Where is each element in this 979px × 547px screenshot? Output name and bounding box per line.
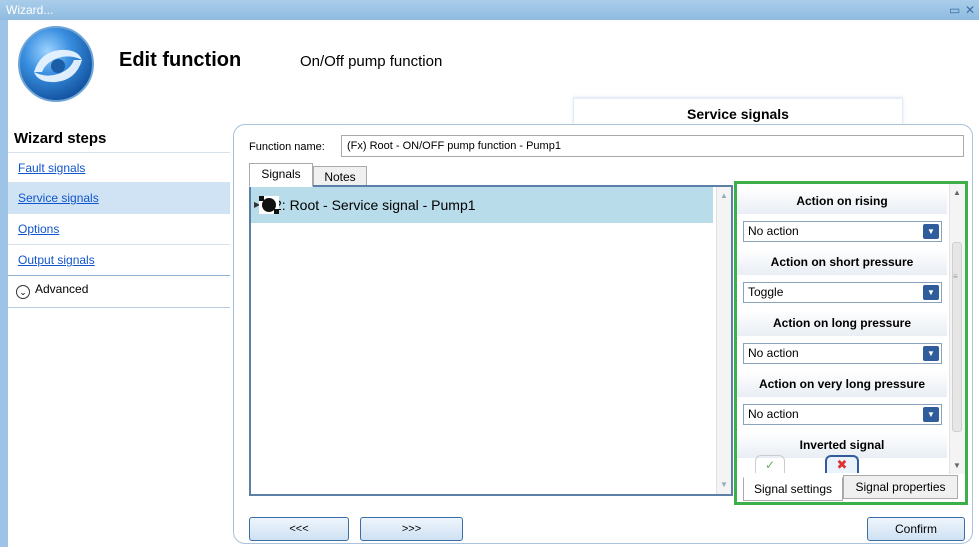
window-controls: ▭ ✕ [945,0,979,20]
select-value: No action [748,407,799,421]
advanced-label: Advanced [35,282,89,296]
next-button[interactable]: >>> [360,517,463,541]
function-name-input[interactable]: (Fx) Root - ON/OFF pump function - Pump1 [341,135,964,157]
cross-icon[interactable]: ✖ [825,455,859,473]
chevron-down-icon[interactable]: ▼ [923,407,939,422]
action-long-pressure-select[interactable]: No action ▼ [743,343,942,364]
signals-scrollbar[interactable]: ▲ ▼ [716,187,731,494]
action-short-pressure-select[interactable]: Toggle ▼ [743,282,942,303]
window-title: Wizard... [6,3,54,17]
select-value: No action [748,224,799,238]
wizard-step-link[interactable]: Service signals [18,191,99,205]
tab-signal-settings[interactable]: Signal settings [743,477,843,501]
page-title: Edit function [119,49,242,71]
confirm-button[interactable]: Confirm [867,517,965,541]
action-rising-select[interactable]: No action ▼ [743,221,942,242]
wizard-steps-panel: Wizard steps Fault signals Service signa… [8,120,230,547]
section-heading: Action on rising [737,188,947,214]
settings-scrollbar[interactable]: ▲ ≡ ▼ [949,184,965,474]
push-button-icon [259,196,279,214]
select-value: Toggle [748,285,784,299]
maximize-icon[interactable]: ▭ [949,0,960,20]
checkmark-icon[interactable]: ✓ [755,455,785,473]
function-name-label: Function name: [249,141,325,153]
action-very-long-pressure-select[interactable]: No action ▼ [743,404,942,425]
scroll-up-icon[interactable]: ▲ [953,188,961,197]
section-heading: Action on short pressure [737,249,947,275]
app-logo-icon [18,26,94,102]
section-heading: Action on long pressure [737,310,947,336]
window-frame [0,20,8,547]
close-icon[interactable]: ✕ [965,0,975,20]
chevron-down-icon: ⌄ [16,285,30,299]
wizard-step-link[interactable]: Fault signals [18,161,85,175]
scroll-down-icon[interactable]: ▼ [717,478,731,492]
chevron-down-icon[interactable]: ▼ [923,346,939,361]
chevron-down-icon[interactable]: ▼ [923,224,939,239]
select-value: No action [748,346,799,360]
wizard-step-link[interactable]: Output signals [18,253,95,267]
previous-button[interactable]: <<< [249,517,349,541]
signals-list: ▶ 2: Root - Service signal - Pump1 ▲ ▼ [249,185,733,496]
chevron-down-icon[interactable]: ▼ [923,285,939,300]
scrollbar-thumb[interactable] [952,242,962,432]
advanced-toggle[interactable]: ⌄ Advanced [16,278,230,300]
wizard-step-output-signals[interactable]: Output signals [8,245,230,276]
divider [8,307,230,308]
section-heading: Action on very long pressure [737,371,947,397]
wizard-step-options[interactable]: Options [8,214,230,245]
tab-notes[interactable]: Notes [313,166,367,186]
signal-label: 2: Root - Service signal - Pump1 [274,197,476,213]
window-titlebar: Wizard... [0,0,979,20]
page-subtitle: On/Off pump function [300,53,443,70]
grip-icon: ≡ [953,272,958,281]
wizard-step-service-signals[interactable]: Service signals [8,183,230,214]
tab-signal-properties[interactable]: Signal properties [843,475,958,499]
list-item[interactable]: ▶ 2: Root - Service signal - Pump1 [251,187,713,223]
wizard-steps-title: Wizard steps [14,130,107,147]
wizard-step-fault-signals[interactable]: Fault signals [8,152,230,183]
signal-settings-panel: Action on rising No action ▼ Action on s… [734,181,968,505]
header: Edit function On/Off pump function Servi… [8,20,979,128]
wizard-step-link[interactable]: Options [18,222,59,236]
scroll-up-icon[interactable]: ▲ [717,189,731,203]
tab-signals[interactable]: Signals [249,163,313,187]
scroll-down-icon[interactable]: ▼ [953,461,961,470]
